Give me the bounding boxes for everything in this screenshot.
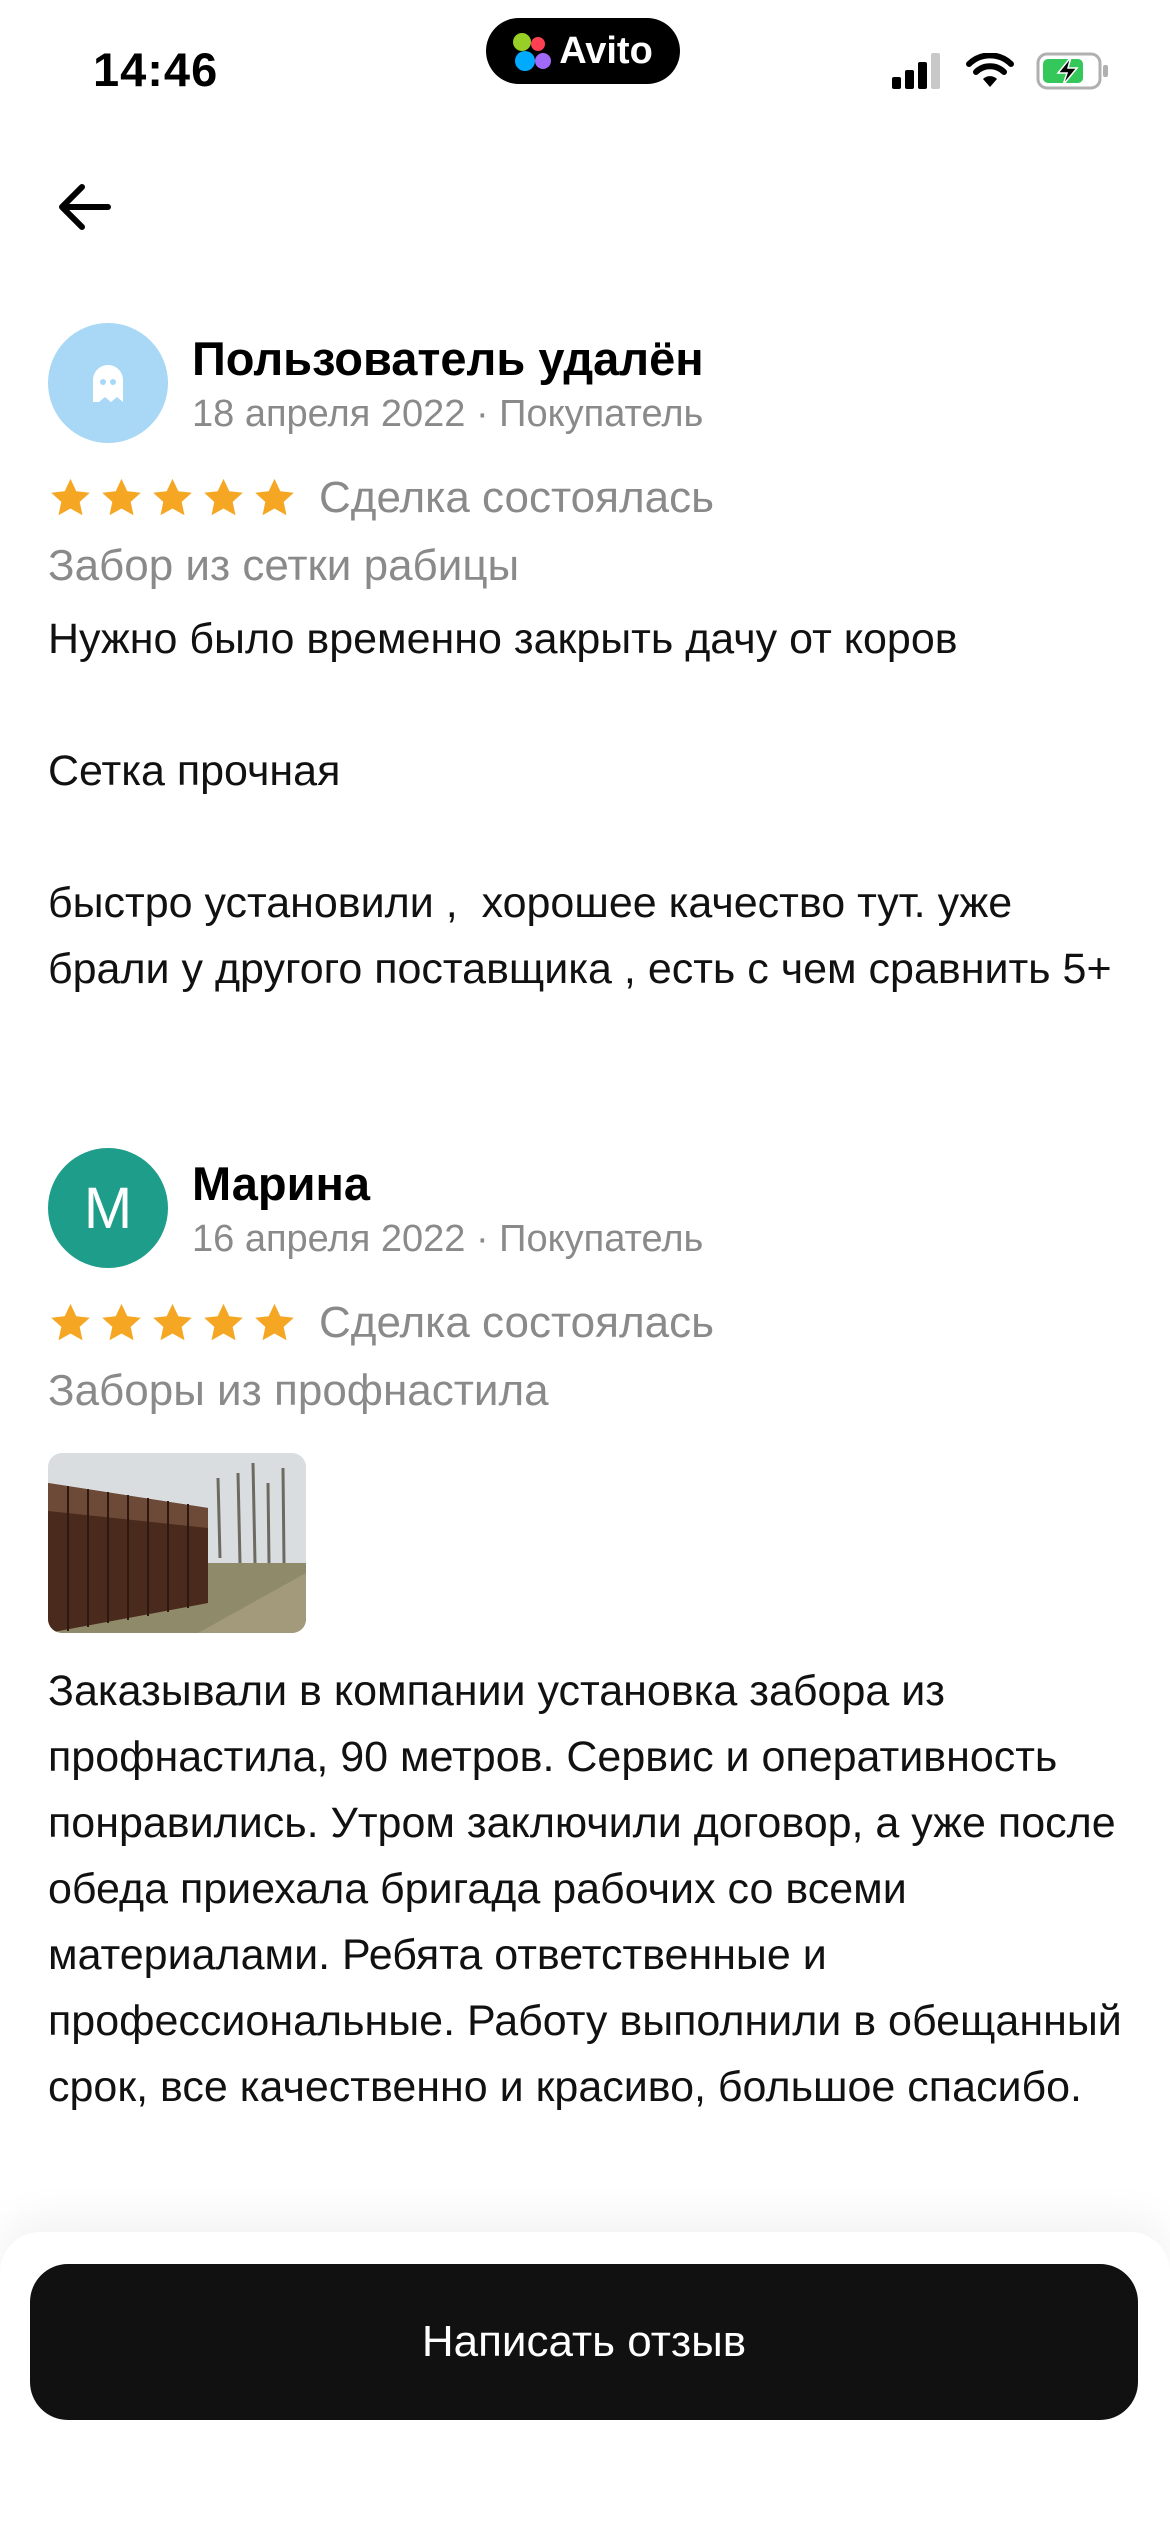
review-text: Нужно было временно закрыть дачу от коро… [48,615,1112,993]
review-card: M Марина 16 апреля 2022 · Покупатель Сде… [48,1148,1128,2178]
signal-icon [892,53,940,89]
wifi-icon [966,53,1014,87]
star-rating [48,476,297,521]
avito-logo-icon [513,31,553,71]
star-icon [51,478,90,515]
island-label: Avito [559,29,653,72]
dynamic-island: Avito [486,18,680,84]
back-arrow-icon[interactable] [52,175,116,239]
star-icon [102,1303,141,1340]
star-icon [204,1303,243,1340]
review-author: Марина [192,1157,370,1210]
star-icon [204,478,243,515]
review-photo[interactable] [48,1453,306,1633]
star-rating [48,1301,297,1346]
review-meta: 16 апреля 2022 · Покупатель [192,1218,704,1260]
rating-row: Сделка состоялась [48,1298,714,1348]
star-icon [255,1303,294,1340]
star-icon [153,478,192,515]
review-card: Пользователь удалён 18 апреля 2022 · Пок… [48,323,1128,1063]
status-bar: 14:46 Avito [0,0,1170,130]
ghost-icon [93,365,123,402]
avatar: M [48,1148,168,1268]
star-icon [102,478,141,515]
avatar [48,323,168,443]
star-icon [153,1303,192,1340]
review-service: Заборы из профнастила [48,1366,549,1415]
star-icon [255,478,294,515]
review-meta: 18 апреля 2022 · Покупатель [192,393,704,435]
fence-photo [48,1453,306,1633]
review-text: Заказывали в компании установка забора и… [48,1667,1134,2111]
battery-charging-icon [1036,52,1108,90]
avatar-letter: M [83,1175,133,1241]
star-icon [51,1303,90,1340]
review-author: Пользователь удалён [192,332,704,385]
deal-status: Сделка состоялась [319,473,715,522]
status-time: 14:46 [93,43,219,96]
review-service: Забор из сетки рабицы [48,541,520,590]
write-review-button[interactable]: Написать отзыв [30,2264,1138,2420]
rating-row: Сделка состоялась [48,473,714,523]
deal-status: Сделка состоялась [319,1298,715,1347]
